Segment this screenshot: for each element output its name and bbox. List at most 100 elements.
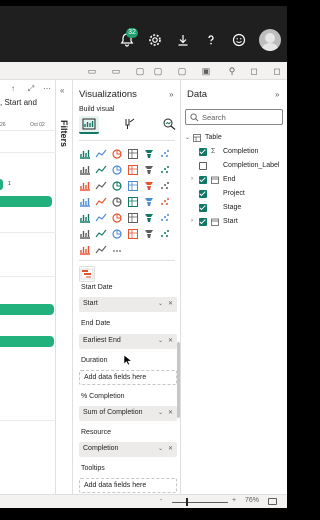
tree-field-completion-label[interactable]: Completion_Label (185, 160, 285, 174)
checkbox-checked[interactable] (199, 176, 207, 184)
tree-field-completion[interactable]: Σ Completion (185, 146, 285, 160)
smart-narrative-icon[interactable] (127, 228, 139, 240)
pie-chart-icon[interactable] (127, 180, 139, 192)
gantt-bar[interactable] (0, 336, 54, 347)
chevron-down-icon[interactable]: ⌄ (185, 134, 190, 141)
area-chart-icon[interactable] (95, 164, 107, 176)
waterfall-chart-icon[interactable] (79, 180, 91, 192)
treemap-icon[interactable] (159, 180, 171, 192)
100-stacked-column-icon[interactable] (159, 148, 171, 160)
custom-visual-icon[interactable] (95, 244, 107, 256)
chevron-down-icon[interactable]: ⌄ (158, 337, 163, 344)
checkbox-checked[interactable] (199, 204, 207, 212)
decomposition-tree-icon[interactable] (95, 228, 107, 240)
chevron-down-icon[interactable]: ⌄ (158, 409, 163, 416)
chevron-right-icon[interactable]: › (191, 176, 193, 182)
remove-field-icon[interactable]: ✕ (168, 409, 173, 416)
drill-up-icon[interactable]: ↑ (8, 84, 18, 94)
ribbon-chart-icon[interactable] (159, 164, 171, 176)
scrollbar[interactable] (177, 342, 180, 418)
smiley-icon[interactable] (231, 32, 247, 48)
paginated-report-icon[interactable] (143, 228, 155, 240)
r-visual-icon[interactable] (143, 212, 155, 224)
checkbox-checked[interactable] (199, 218, 207, 226)
search-input[interactable]: Search (185, 109, 283, 125)
help-icon[interactable] (203, 32, 219, 48)
donut-chart-icon[interactable] (143, 180, 155, 192)
avatar[interactable] (259, 29, 281, 51)
key-influencers-icon[interactable] (79, 228, 91, 240)
ribbon-icon[interactable]: ◻ (248, 65, 260, 77)
card-icon[interactable] (143, 196, 155, 208)
well-drop-zone-tooltips[interactable]: Add data fields here (79, 478, 177, 493)
gauge-icon[interactable] (127, 196, 139, 208)
ribbon-icon[interactable]: ◻ (271, 65, 283, 77)
expand-left-icon[interactable]: « (60, 86, 64, 95)
tree-field-project[interactable]: Project (185, 188, 285, 202)
tree-field-end[interactable]: › End (185, 174, 285, 188)
more-visuals-icon[interactable] (111, 244, 123, 256)
well-field-completion[interactable]: Completion ⌄ ✕ (79, 442, 177, 457)
fit-to-page-icon[interactable] (268, 498, 277, 505)
filled-map-icon[interactable] (95, 196, 107, 208)
well-field-sum-of-completion[interactable]: Sum of Completion ⌄ ✕ (79, 406, 177, 421)
focus-mode-icon[interactable]: ⤢ (26, 84, 36, 94)
line-chart-icon[interactable] (79, 164, 91, 176)
stacked-bar-chart-icon[interactable] (79, 148, 91, 160)
gear-icon[interactable] (147, 32, 163, 48)
ribbon-icon[interactable]: ▢ (176, 65, 188, 77)
scatter-chart-icon[interactable] (111, 180, 123, 192)
well-field-earliest-end[interactable]: Earliest End ⌄ ✕ (79, 334, 177, 349)
gantt-bar[interactable] (0, 179, 3, 190)
remove-field-icon[interactable]: ✕ (168, 337, 173, 344)
collapse-pane-icon[interactable]: » (275, 90, 279, 99)
pin-icon[interactable]: ⚲ (226, 65, 238, 77)
save-icon[interactable]: ▣ (200, 65, 212, 77)
format-icon[interactable]: ▭ (86, 65, 98, 77)
funnel-chart-icon[interactable] (95, 180, 107, 192)
zoom-slider-thumb[interactable] (186, 498, 188, 506)
tab-format-visual[interactable] (119, 116, 139, 134)
filters-label[interactable]: Filters (59, 120, 69, 147)
power-automate-icon[interactable] (79, 244, 91, 256)
100-stacked-bar-icon[interactable] (143, 148, 155, 160)
clustered-bar-chart-icon[interactable] (111, 148, 123, 160)
report-canvas[interactable]: ↑ ⤢ ⋯ , Start and 26 Oct 02 1 (0, 80, 56, 500)
slicer-icon[interactable] (95, 212, 107, 224)
gantt-bar[interactable] (0, 304, 54, 315)
tab-build-visual[interactable] (79, 116, 99, 134)
well-drop-zone-duration[interactable]: Add data fields here (79, 370, 177, 385)
more-options-icon[interactable]: ⋯ (42, 84, 52, 94)
stacked-column-chart-icon[interactable] (95, 148, 107, 160)
table-visual-icon[interactable] (111, 212, 123, 224)
zoom-in-button[interactable]: + (232, 497, 236, 504)
line-clustered-column-icon[interactable] (127, 164, 139, 176)
collapse-pane-icon[interactable]: » (169, 90, 173, 99)
checkbox-checked[interactable] (199, 148, 207, 156)
gantt-bar[interactable] (0, 196, 52, 207)
chevron-down-icon[interactable]: ⌄ (158, 445, 163, 452)
chevron-down-icon[interactable]: ⌄ (158, 300, 163, 307)
zoom-slider[interactable] (172, 502, 228, 503)
kpi-icon[interactable] (79, 212, 91, 224)
python-visual-icon[interactable] (159, 212, 171, 224)
well-field-start[interactable]: Start ⌄ ✕ (79, 297, 177, 312)
tree-table-node[interactable]: ⌄ Table (185, 132, 285, 146)
map-icon[interactable] (79, 196, 91, 208)
power-apps-icon[interactable] (159, 228, 171, 240)
tab-analytics[interactable] (159, 116, 179, 134)
checkbox-checked[interactable] (199, 190, 207, 198)
download-icon[interactable] (175, 32, 191, 48)
multi-row-card-icon[interactable] (159, 196, 171, 208)
filters-pane[interactable]: « Filters (56, 80, 73, 500)
zoom-out-button[interactable]: - (160, 497, 162, 504)
stacked-area-icon[interactable] (111, 164, 123, 176)
ribbon-icon[interactable]: ▢ (152, 65, 164, 77)
remove-field-icon[interactable]: ✕ (168, 445, 173, 452)
qa-icon[interactable] (111, 228, 123, 240)
selected-visual-gantt-icon[interactable] (79, 266, 95, 282)
azure-map-icon[interactable] (111, 196, 123, 208)
tree-field-start[interactable]: › Start (185, 216, 285, 230)
remove-field-icon[interactable]: ✕ (168, 300, 173, 307)
ribbon-icon[interactable]: ▢ (134, 65, 146, 77)
